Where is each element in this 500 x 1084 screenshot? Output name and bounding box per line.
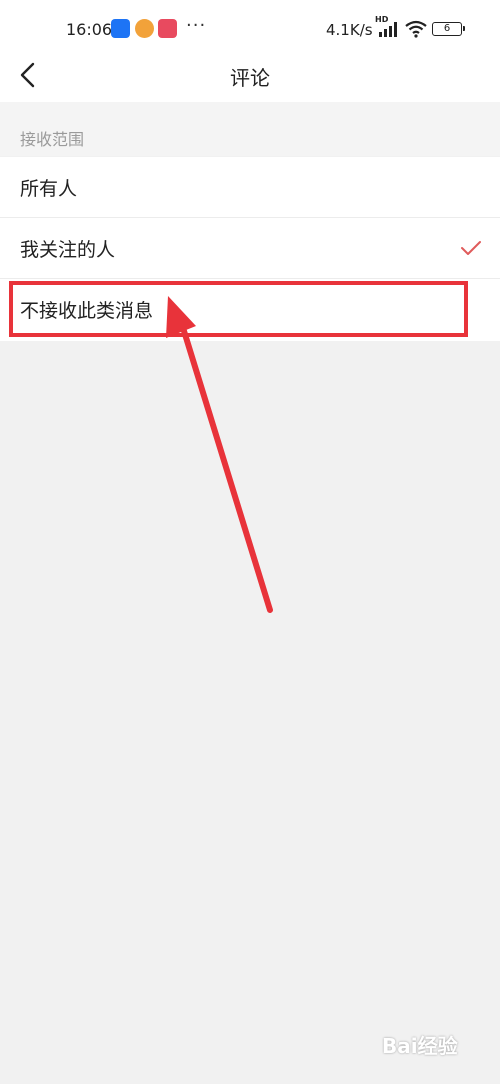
annotation-arrow <box>166 296 273 613</box>
baidu-jingyan-watermark: Bai经验 <box>382 1034 458 1058</box>
